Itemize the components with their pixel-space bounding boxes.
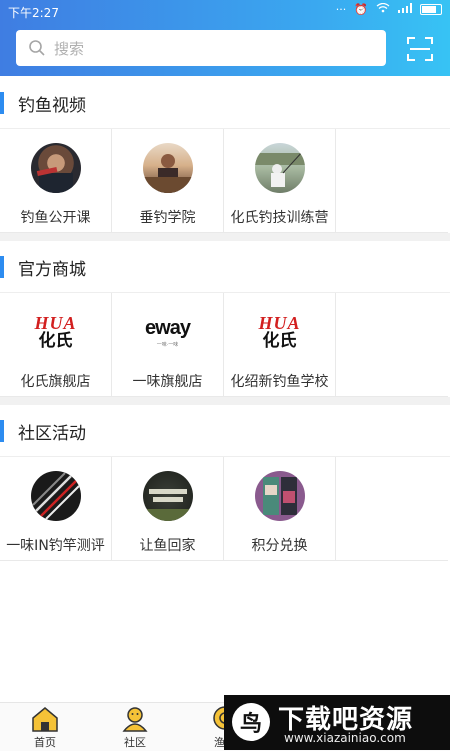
- section-accent-bar: [0, 420, 4, 442]
- hua-logo-top: HUA: [258, 313, 301, 333]
- grid-item-eway-flagship[interactable]: eway 一味·一味 一味旗舰店: [112, 293, 224, 397]
- grid-item-hua-flagship[interactable]: HUA 化氏 化氏旗舰店: [0, 293, 112, 397]
- battery-icon: [420, 4, 442, 15]
- grid-item-label: 化氏旗舰店: [20, 374, 91, 390]
- search-placeholder: 搜索: [54, 39, 85, 58]
- search-icon: [28, 39, 46, 57]
- hua-logo: HUA 化氏: [254, 307, 305, 357]
- status-icons: ··· ⏰: [335, 2, 442, 16]
- grid-item-rod-review[interactable]: 一味IN钓竿测评: [0, 457, 112, 561]
- scan-button[interactable]: [406, 36, 434, 62]
- avatar: [30, 143, 81, 193]
- nav-item-home[interactable]: 首页: [0, 705, 90, 750]
- signal-icon: [398, 3, 412, 16]
- app-header: 下午2:27 ··· ⏰ 搜索: [0, 0, 450, 76]
- community-icon: [122, 707, 148, 732]
- section-grid: 钓鱼公开课 垂钓学院 化氏钓技训练营: [0, 129, 450, 233]
- section-header: 钓鱼视频: [0, 78, 450, 129]
- grid-item-label: 积分兑换: [251, 538, 308, 554]
- nav-label: 首页: [34, 736, 56, 749]
- grid-item-label: 让鱼回家: [139, 538, 196, 554]
- status-bar: 下午2:27 ··· ⏰: [0, 0, 450, 22]
- avatar: [142, 143, 193, 193]
- section-title: 官方商城: [18, 259, 86, 280]
- section-accent-bar: [0, 92, 4, 114]
- hua-logo: HUA 化氏: [30, 307, 81, 357]
- section-fishing-video: 钓鱼视频 钓鱼公开课 垂钓学院 化氏钓技训练营: [0, 78, 450, 233]
- section-grid: HUA 化氏 化氏旗舰店 eway 一味·一味 一味旗舰店 HUA 化氏 化绍新…: [0, 293, 450, 397]
- nav-item-community[interactable]: 社区: [90, 705, 180, 750]
- grid-empty-slot: [336, 293, 448, 397]
- grid-item-label: 化绍新钓鱼学校: [230, 374, 329, 390]
- section-grid: 一味IN钓竿测评 让鱼回家 积分兑换: [0, 457, 450, 561]
- section-title: 社区活动: [18, 423, 86, 444]
- hua-logo-bottom: 化氏: [262, 331, 297, 351]
- dots-icon: ···: [335, 3, 347, 16]
- avatar: [142, 471, 193, 521]
- hua-logo-bottom: 化氏: [38, 331, 73, 351]
- section-divider: [0, 233, 450, 241]
- grid-item-training-camp[interactable]: 化氏钓技训练营: [224, 129, 336, 233]
- section-header: 官方商城: [0, 242, 450, 293]
- section-community-events: 社区活动 一味IN钓竿测评 让鱼回家 积分兑换: [0, 406, 450, 561]
- grid-item-label: 垂钓学院: [139, 210, 196, 226]
- grid-item-points-exchange[interactable]: 积分兑换: [224, 457, 336, 561]
- grid-item-label: 钓鱼公开课: [20, 210, 91, 226]
- grid-item-fishing-academy[interactable]: 垂钓学院: [112, 129, 224, 233]
- grid-item-label: 一味IN钓竿测评: [6, 538, 105, 554]
- search-bar[interactable]: 搜索: [16, 30, 386, 66]
- section-divider: [0, 397, 450, 405]
- home-icon: [32, 707, 58, 732]
- avatar: [254, 143, 305, 193]
- section-title: 钓鱼视频: [18, 95, 86, 116]
- eway-logo-sub: 一味·一味: [156, 341, 179, 348]
- watermark-banner: 鸟 下载吧资源 www.xiazainiao.com: [224, 695, 450, 750]
- grid-item-open-class[interactable]: 钓鱼公开课: [0, 129, 112, 233]
- scan-icon: [407, 37, 433, 61]
- alarm-icon: ⏰: [354, 3, 368, 16]
- eway-logo-word: eway: [145, 316, 191, 339]
- section-header: 社区活动: [0, 406, 450, 457]
- eway-logo: eway 一味·一味: [142, 307, 193, 357]
- hua-logo-top: HUA: [34, 313, 77, 333]
- wifi-icon: [376, 2, 390, 16]
- watermark-url: www.xiazainiao.com: [284, 731, 406, 745]
- grid-item-label: 化氏钓技训练营: [230, 210, 329, 226]
- avatar: [254, 471, 305, 521]
- grid-item-fish-release[interactable]: 让鱼回家: [112, 457, 224, 561]
- status-time: 下午2:27: [8, 6, 59, 20]
- grid-empty-slot: [336, 129, 448, 233]
- bird-mascot-icon: 鸟: [232, 703, 270, 741]
- grid-item-fishing-school[interactable]: HUA 化氏 化绍新钓鱼学校: [224, 293, 336, 397]
- avatar: [30, 471, 81, 521]
- section-official-mall: 官方商城 HUA 化氏 化氏旗舰店 eway 一味·一味 一味旗舰店 HUA 化…: [0, 242, 450, 397]
- grid-item-label: 一味旗舰店: [132, 374, 203, 390]
- grid-empty-slot: [336, 457, 448, 561]
- section-accent-bar: [0, 256, 4, 278]
- nav-label: 社区: [124, 736, 146, 749]
